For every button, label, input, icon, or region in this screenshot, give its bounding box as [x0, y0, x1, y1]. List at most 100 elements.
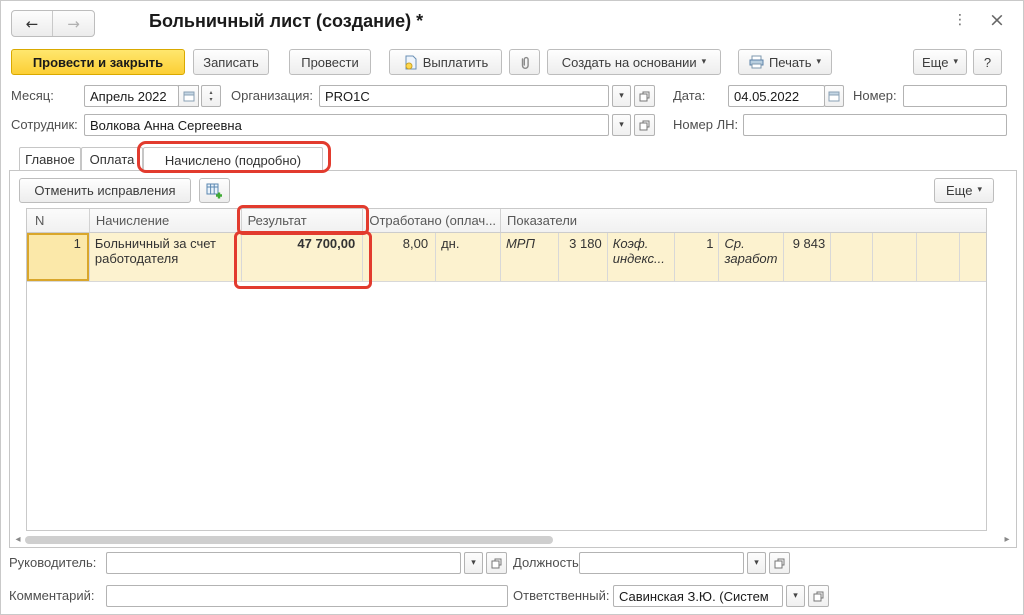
responsible-input[interactable] [613, 585, 783, 607]
month-input[interactable] [84, 85, 179, 107]
help-button[interactable]: ? [973, 49, 1002, 75]
print-label: Печать [769, 55, 812, 70]
paperclip-icon [518, 55, 532, 70]
pay-icon [403, 55, 418, 70]
cell-empty[interactable] [873, 233, 917, 281]
chevron-down-icon: ▾ [953, 58, 958, 67]
employee-dropdown-button[interactable]: ▾ [612, 114, 631, 136]
responsible-dropdown-button[interactable]: ▾ [786, 585, 805, 607]
more-button[interactable]: Еще ▾ [913, 49, 967, 75]
sick-leave-document-window: ← → Больничный лист (создание) * ⋮ × Про… [0, 0, 1024, 615]
col-header-n[interactable]: N [27, 209, 90, 232]
date-input[interactable] [728, 85, 825, 107]
close-icon[interactable]: × [989, 9, 1005, 31]
write-button[interactable]: Записать [193, 49, 269, 75]
open-link-icon [639, 91, 650, 102]
employee-open-button[interactable] [634, 114, 655, 136]
help-label: ? [984, 55, 991, 70]
number-input[interactable] [903, 85, 1007, 107]
position-open-button[interactable] [769, 552, 790, 574]
position-dropdown-button[interactable]: ▾ [747, 552, 766, 574]
organization-open-button[interactable] [634, 85, 655, 107]
number-label: Номер: [853, 85, 897, 107]
manager-label: Руководитель: [9, 552, 96, 574]
forward-icon[interactable]: → [53, 11, 94, 36]
ln-number-label: Номер ЛН: [673, 114, 738, 136]
cell-indicator-name[interactable]: МРП [501, 233, 559, 281]
attachments-button[interactable] [509, 49, 540, 75]
panel-more-label: Еще [946, 183, 972, 198]
panel-more-button[interactable]: Еще ▾ [934, 178, 994, 203]
manager-open-button[interactable] [486, 552, 507, 574]
chevron-down-icon: ▾ [754, 559, 759, 568]
responsible-label: Ответственный: [513, 585, 609, 607]
cell-worked-unit[interactable]: дн. [436, 233, 501, 281]
open-link-icon [491, 558, 502, 569]
cell-empty[interactable] [917, 233, 960, 281]
pay-button[interactable]: Выплатить [389, 49, 502, 75]
month-spinner[interactable]: ▴ ▾ [201, 85, 221, 107]
open-link-icon [774, 558, 785, 569]
col-header-result[interactable]: Результат [242, 209, 364, 232]
month-label: Месяц: [11, 85, 54, 107]
tab-payment[interactable]: Оплата [81, 147, 143, 171]
table-row[interactable]: 1 Больничный за счет работодателя 47 700… [27, 233, 986, 282]
comment-input[interactable] [106, 585, 508, 607]
cell-indicator-name[interactable]: Ср. заработ [719, 233, 784, 281]
horizontal-scrollbar[interactable]: ◂ ▸ [10, 533, 1016, 547]
scroll-right-icon[interactable]: ▸ [1000, 533, 1014, 546]
write-label: Записать [203, 55, 259, 70]
employee-input[interactable] [84, 114, 609, 136]
cancel-fixes-button[interactable]: Отменить исправления [19, 178, 191, 203]
cell-result[interactable]: 47 700,00 [242, 233, 364, 281]
position-input[interactable] [579, 552, 744, 574]
history-nav-group: ← → [11, 10, 95, 37]
col-header-worked[interactable]: Отработано (оплач... [363, 209, 501, 232]
col-header-accrual[interactable]: Начисление [90, 209, 242, 232]
responsible-open-button[interactable] [808, 585, 829, 607]
manager-input[interactable] [106, 552, 461, 574]
cell-indicator-value[interactable]: 1 [675, 233, 720, 281]
open-link-icon [639, 120, 650, 131]
cell-indicator-value[interactable]: 9 843 [784, 233, 831, 281]
col-header-indicators[interactable]: Показатели [501, 209, 986, 232]
post-and-close-button[interactable]: Провести и закрыть [11, 49, 185, 75]
post-button[interactable]: Провести [289, 49, 371, 75]
print-icon [749, 55, 764, 69]
print-button[interactable]: Печать ▾ [738, 49, 832, 75]
scroll-left-icon[interactable]: ◂ [11, 533, 25, 546]
chevron-down-icon: ▾ [471, 559, 476, 568]
organization-label: Организация: [231, 85, 313, 107]
calendar-icon [828, 90, 840, 102]
cell-empty[interactable] [831, 233, 873, 281]
chevron-down-icon: ▾ [619, 92, 624, 101]
cell-indicator-name[interactable]: Коэф. индекс... [608, 233, 675, 281]
spinner-down-icon: ▾ [209, 97, 212, 103]
organization-dropdown-button[interactable]: ▾ [612, 85, 631, 107]
cell-empty[interactable] [960, 233, 986, 281]
back-icon[interactable]: ← [12, 11, 53, 36]
chevron-down-icon: ▾ [793, 592, 798, 601]
create-based-on-button[interactable]: Создать на основании ▾ [547, 49, 721, 75]
position-label: Должность: [513, 552, 582, 574]
cell-accrual[interactable]: Больничный за счет работодателя [90, 233, 242, 281]
tab-accrued-detail[interactable]: Начислено (подробно) [143, 147, 323, 172]
table-header-row: N Начисление Результат Отработано (оплач… [27, 209, 986, 233]
spinner-up-icon: ▴ [209, 90, 212, 96]
cell-worked-value[interactable]: 8,00 [363, 233, 436, 281]
ln-number-input[interactable] [743, 114, 1007, 136]
cell-indicator-value[interactable]: 3 180 [559, 233, 608, 281]
tab-main[interactable]: Главное [19, 147, 81, 171]
manager-dropdown-button[interactable]: ▾ [464, 552, 483, 574]
scrollbar-thumb[interactable] [25, 536, 553, 544]
post-label: Провести [301, 55, 359, 70]
month-calendar-button[interactable] [178, 85, 199, 107]
comment-label: Комментарий: [9, 585, 95, 607]
chevron-down-icon: ▾ [977, 186, 982, 195]
date-calendar-button[interactable] [824, 85, 844, 107]
organization-input[interactable] [319, 85, 609, 107]
add-indicator-button[interactable] [199, 178, 230, 203]
cell-n-selected[interactable]: 1 [27, 233, 90, 281]
kebab-menu-icon[interactable]: ⋮ [953, 12, 967, 28]
chevron-down-icon: ▾ [817, 58, 822, 67]
